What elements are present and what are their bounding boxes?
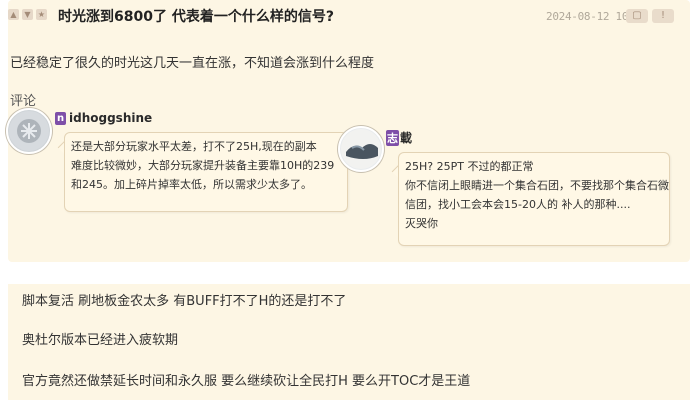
comment-username[interactable]: n idhoggshine: [55, 111, 152, 125]
post-body: 已经稳定了很久的时光这几天一直在涨，不知道会涨到什么程度: [10, 56, 375, 71]
vote-icons: ▲ ▼ ★: [8, 9, 47, 20]
post-line: 脚本复活 刷地板金农太多 有BUFF打不了H的还是打不了: [22, 294, 347, 309]
comments-heading: 评论: [10, 94, 37, 109]
comment-line: 还是大部分玩家水平太差，打不了25H,现在的副本: [71, 140, 317, 153]
user-badge: n: [55, 111, 66, 125]
post-header: ▲ ▼ ★ 时光涨到6800了 代表着一个什么样的信号? 2024-08-12 …: [8, 6, 684, 28]
second-post-card: 脚本复活 刷地板金农太多 有BUFF打不了H的还是打不了 奥杜尔版本已经进入疲软…: [8, 284, 690, 400]
avatar-image: [9, 111, 49, 151]
comment-line: 难度比较微妙，大部分玩家提升装备主要靠10H的239: [71, 159, 335, 172]
username-text: 載: [400, 131, 413, 145]
star-icon[interactable]: ★: [36, 9, 47, 20]
share-icon[interactable]: ▢: [626, 9, 648, 23]
comment-line: 信团，找小工会本会15-20人的 补人的那种....: [405, 198, 631, 211]
avatar-image: [341, 129, 381, 169]
report-icon[interactable]: !: [652, 9, 674, 23]
user-badge: 志: [386, 129, 399, 146]
avatar[interactable]: [338, 126, 384, 172]
avatar[interactable]: [6, 108, 52, 154]
comment-line: 灭哭你: [405, 217, 438, 230]
username-text: idhoggshine: [69, 111, 153, 125]
comment-line: 你不信闭上眼睛进一个集合石团，不要找那个集合石微: [405, 179, 669, 192]
comment-line: 25H? 25PT 不过的都正常: [405, 160, 534, 173]
comment-username[interactable]: 志 載: [386, 129, 412, 146]
post-line: 官方竟然还做禁延长时间和永久服 要么继续砍让全民打H 要么开TOC才是王道: [22, 374, 471, 389]
thumb-up-icon[interactable]: ▲: [8, 9, 19, 20]
thumb-down-icon[interactable]: ▼: [22, 9, 33, 20]
comment-line: 和245。加上碎片掉率太低，所以需求少太多了。: [71, 178, 312, 191]
post-line: 奥杜尔版本已经进入疲软期: [22, 333, 179, 348]
comment-bubble: 还是大部分玩家水平太差，打不了25H,现在的副本 难度比较微妙，大部分玩家提升装…: [64, 132, 348, 212]
post-title[interactable]: 时光涨到6800了 代表着一个什么样的信号?: [58, 6, 334, 26]
comment-bubble: 25H? 25PT 不过的都正常 你不信闭上眼睛进一个集合石团，不要找那个集合石…: [398, 152, 670, 246]
